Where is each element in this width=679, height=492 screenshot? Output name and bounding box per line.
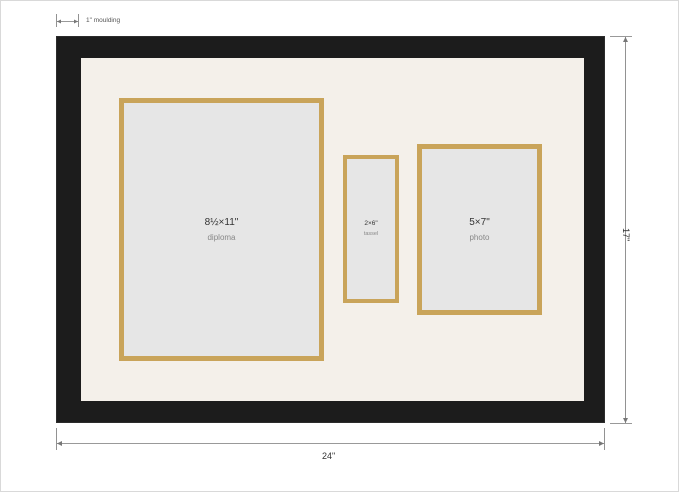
height-arrow-top bbox=[623, 37, 628, 42]
moulding-dimension-label: 1" moulding bbox=[86, 17, 121, 24]
moulding-arrow-right bbox=[74, 19, 78, 24]
moulding-arrow-left bbox=[57, 19, 61, 24]
width-arrow-right bbox=[599, 441, 604, 446]
dimension-lines bbox=[56, 14, 632, 450]
width-dimension-label: 24" bbox=[322, 451, 336, 461]
height-dimension-label: 17" bbox=[621, 228, 631, 242]
width-arrow-left bbox=[57, 441, 62, 446]
height-arrow-bottom bbox=[623, 418, 628, 423]
